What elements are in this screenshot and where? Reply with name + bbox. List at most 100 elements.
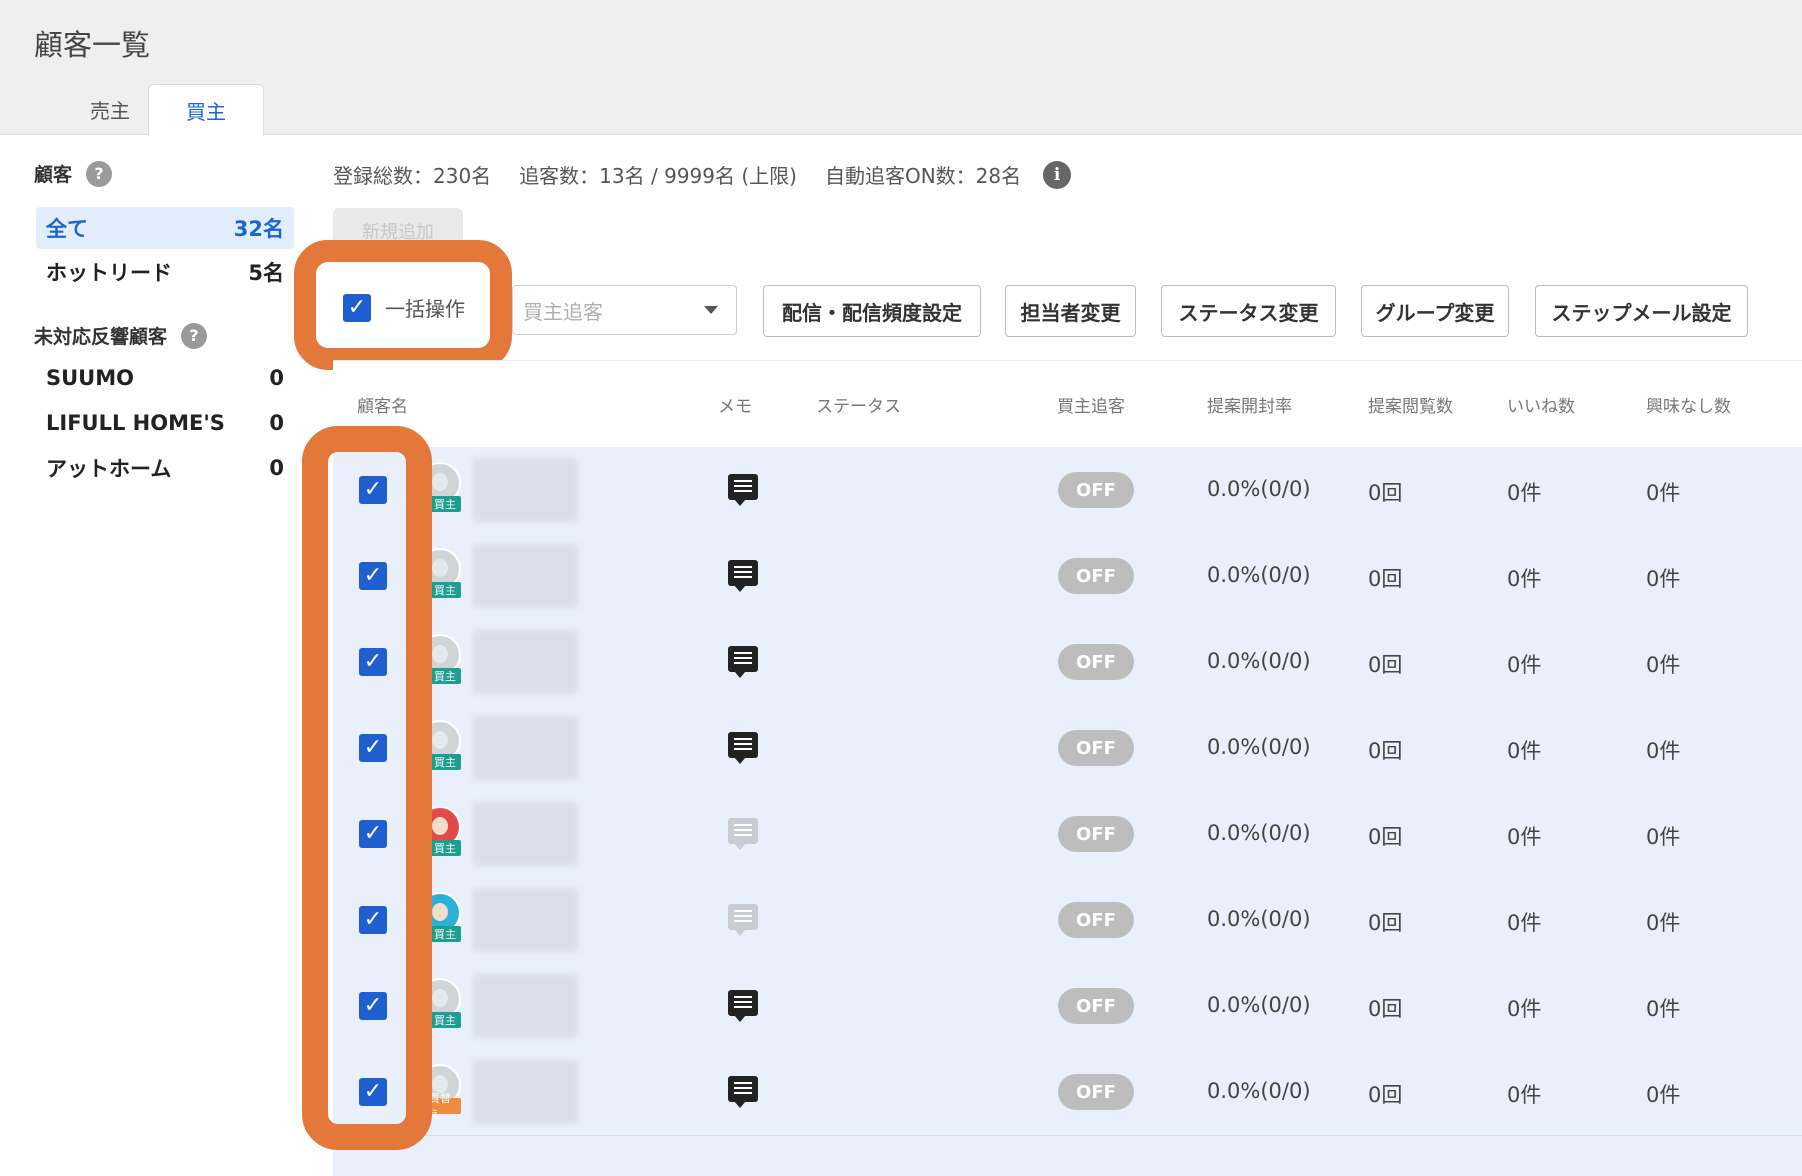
- memo-icon[interactable]: [728, 990, 758, 1022]
- sidebar-item-label: 全て: [46, 217, 88, 241]
- memo-icon[interactable]: [728, 560, 758, 592]
- delivery-settings-button[interactable]: 配信・配信頻度設定: [763, 285, 981, 337]
- not-interested-cell: 0件: [1646, 825, 1681, 849]
- likes-cell: 0件: [1507, 1083, 1542, 1107]
- table-row-partial: [333, 1136, 1802, 1176]
- column-header-not-interested[interactable]: 興味なし数: [1646, 392, 1731, 417]
- customer-name-redacted[interactable]: [473, 544, 578, 608]
- customer-type-tag: 買主: [429, 1012, 461, 1028]
- sidebar-item-suumo[interactable]: SUUMO 0: [36, 357, 294, 399]
- customer-type-tag: 買主: [429, 582, 461, 598]
- views-cell: 0回: [1368, 825, 1403, 849]
- open-rate-cell: 0.0%(0/0): [1207, 1079, 1311, 1103]
- memo-icon[interactable]: [728, 474, 758, 506]
- customer-type-tag: 買主: [429, 754, 461, 770]
- customer-type-tag: 買替え: [429, 1092, 461, 1121]
- tracking-toggle[interactable]: OFF: [1058, 730, 1134, 766]
- tracked-count: 追客数：13名 / 9999名 (上限): [519, 164, 797, 188]
- step-mail-button[interactable]: ステップメール設定: [1535, 285, 1748, 337]
- sidebar-item-lifull[interactable]: LIFULL HOME'S 0: [36, 402, 294, 444]
- views-cell: 0回: [1368, 1083, 1403, 1107]
- assignee-change-button[interactable]: 担当者変更: [1005, 285, 1136, 337]
- open-rate-cell: 0.0%(0/0): [1207, 907, 1311, 931]
- sidebar-item-count: 0: [269, 411, 284, 435]
- customer-name-redacted[interactable]: [473, 888, 578, 952]
- tracking-dropdown[interactable]: 買主追客: [512, 285, 737, 335]
- info-icon[interactable]: i: [1043, 160, 1072, 189]
- column-header-tracking[interactable]: 買主追客: [1057, 392, 1125, 417]
- likes-cell: 0件: [1507, 567, 1542, 591]
- not-interested-cell: 0件: [1646, 1083, 1681, 1107]
- row-checkbox-highlight: [302, 426, 432, 1150]
- chevron-down-icon: [704, 306, 718, 314]
- column-header-likes[interactable]: いいね数: [1507, 392, 1575, 417]
- column-header-status[interactable]: ステータス: [816, 392, 901, 417]
- likes-cell: 0件: [1507, 911, 1542, 935]
- views-cell: 0回: [1368, 739, 1403, 763]
- column-header-name[interactable]: 顧客名: [357, 392, 408, 417]
- likes-cell: 0件: [1507, 481, 1542, 505]
- sidebar-item-all[interactable]: 全て 32名: [36, 207, 294, 249]
- registered-count: 登録総数：230名: [333, 164, 492, 188]
- views-cell: 0回: [1368, 653, 1403, 677]
- memo-icon[interactable]: [728, 1076, 758, 1108]
- auto-tracking-count: 自動追客ON数：28名: [824, 164, 1022, 188]
- not-interested-cell: 0件: [1646, 567, 1681, 591]
- help-icon[interactable]: ?: [181, 322, 208, 349]
- group-change-button[interactable]: グループ変更: [1361, 285, 1509, 337]
- tracking-toggle[interactable]: OFF: [1058, 902, 1134, 938]
- likes-cell: 0件: [1507, 653, 1542, 677]
- not-interested-cell: 0件: [1646, 739, 1681, 763]
- sidebar-item-athome[interactable]: アットホーム 0: [36, 447, 294, 489]
- open-rate-cell: 0.0%(0/0): [1207, 735, 1311, 759]
- likes-cell: 0件: [1507, 739, 1542, 763]
- memo-icon[interactable]: [728, 732, 758, 764]
- sidebar-unhandled-heading: 未対応反響顧客 ?: [34, 322, 208, 349]
- tracking-toggle[interactable]: OFF: [1058, 1074, 1134, 1110]
- column-header-memo[interactable]: メモ: [718, 392, 752, 417]
- sidebar-item-count: 0: [269, 456, 284, 480]
- not-interested-cell: 0件: [1646, 653, 1681, 677]
- tab-seller[interactable]: 売主: [60, 84, 160, 134]
- column-header-views[interactable]: 提案閲覧数: [1368, 392, 1453, 417]
- sidebar-item-label: ホットリード: [46, 261, 172, 285]
- sidebar-item-label: アットホーム: [46, 457, 172, 481]
- not-interested-cell: 0件: [1646, 481, 1681, 505]
- customer-name-redacted[interactable]: [473, 1060, 578, 1124]
- customer-type-tag: 買主: [429, 926, 461, 942]
- stats-bar: 登録総数：230名 追客数：13名 / 9999名 (上限) 自動追客ON数：2…: [333, 160, 1072, 189]
- status-change-button[interactable]: ステータス変更: [1161, 285, 1336, 337]
- customer-name-redacted[interactable]: [473, 974, 578, 1038]
- customer-name-redacted[interactable]: [473, 458, 578, 522]
- open-rate-cell: 0.0%(0/0): [1207, 993, 1311, 1017]
- bulk-action-checkbox[interactable]: ✓ 一括操作: [343, 293, 465, 322]
- views-cell: 0回: [1368, 997, 1403, 1021]
- memo-icon[interactable]: [728, 904, 758, 936]
- customer-name-redacted[interactable]: [473, 802, 578, 866]
- tracking-toggle[interactable]: OFF: [1058, 472, 1134, 508]
- tracking-toggle[interactable]: OFF: [1058, 558, 1134, 594]
- sidebar-item-hot-lead[interactable]: ホットリード 5名: [36, 251, 294, 293]
- not-interested-cell: 0件: [1646, 997, 1681, 1021]
- sidebar-customers-label: 顧客: [34, 164, 73, 186]
- memo-icon[interactable]: [728, 818, 758, 850]
- customer-type-tag: 買主: [429, 840, 461, 856]
- open-rate-cell: 0.0%(0/0): [1207, 821, 1311, 845]
- open-rate-cell: 0.0%(0/0): [1207, 649, 1311, 673]
- tab-buyer[interactable]: 買主: [148, 84, 264, 136]
- sidebar-item-count: 0: [269, 366, 284, 390]
- not-interested-cell: 0件: [1646, 911, 1681, 935]
- customer-name-redacted[interactable]: [473, 716, 578, 780]
- sidebar-unhandled-label: 未対応反響顧客: [34, 326, 168, 348]
- sidebar-item-count: 32名: [233, 217, 284, 241]
- tracking-toggle[interactable]: OFF: [1058, 644, 1134, 680]
- column-header-open-rate[interactable]: 提案開封率: [1207, 392, 1292, 417]
- customer-name-redacted[interactable]: [473, 630, 578, 694]
- tracking-toggle[interactable]: OFF: [1058, 988, 1134, 1024]
- customer-type-tag: 買主: [429, 668, 461, 684]
- memo-icon[interactable]: [728, 646, 758, 678]
- tracking-toggle[interactable]: OFF: [1058, 816, 1134, 852]
- views-cell: 0回: [1368, 481, 1403, 505]
- sidebar-item-count: 5名: [248, 261, 284, 285]
- help-icon[interactable]: ?: [86, 160, 113, 187]
